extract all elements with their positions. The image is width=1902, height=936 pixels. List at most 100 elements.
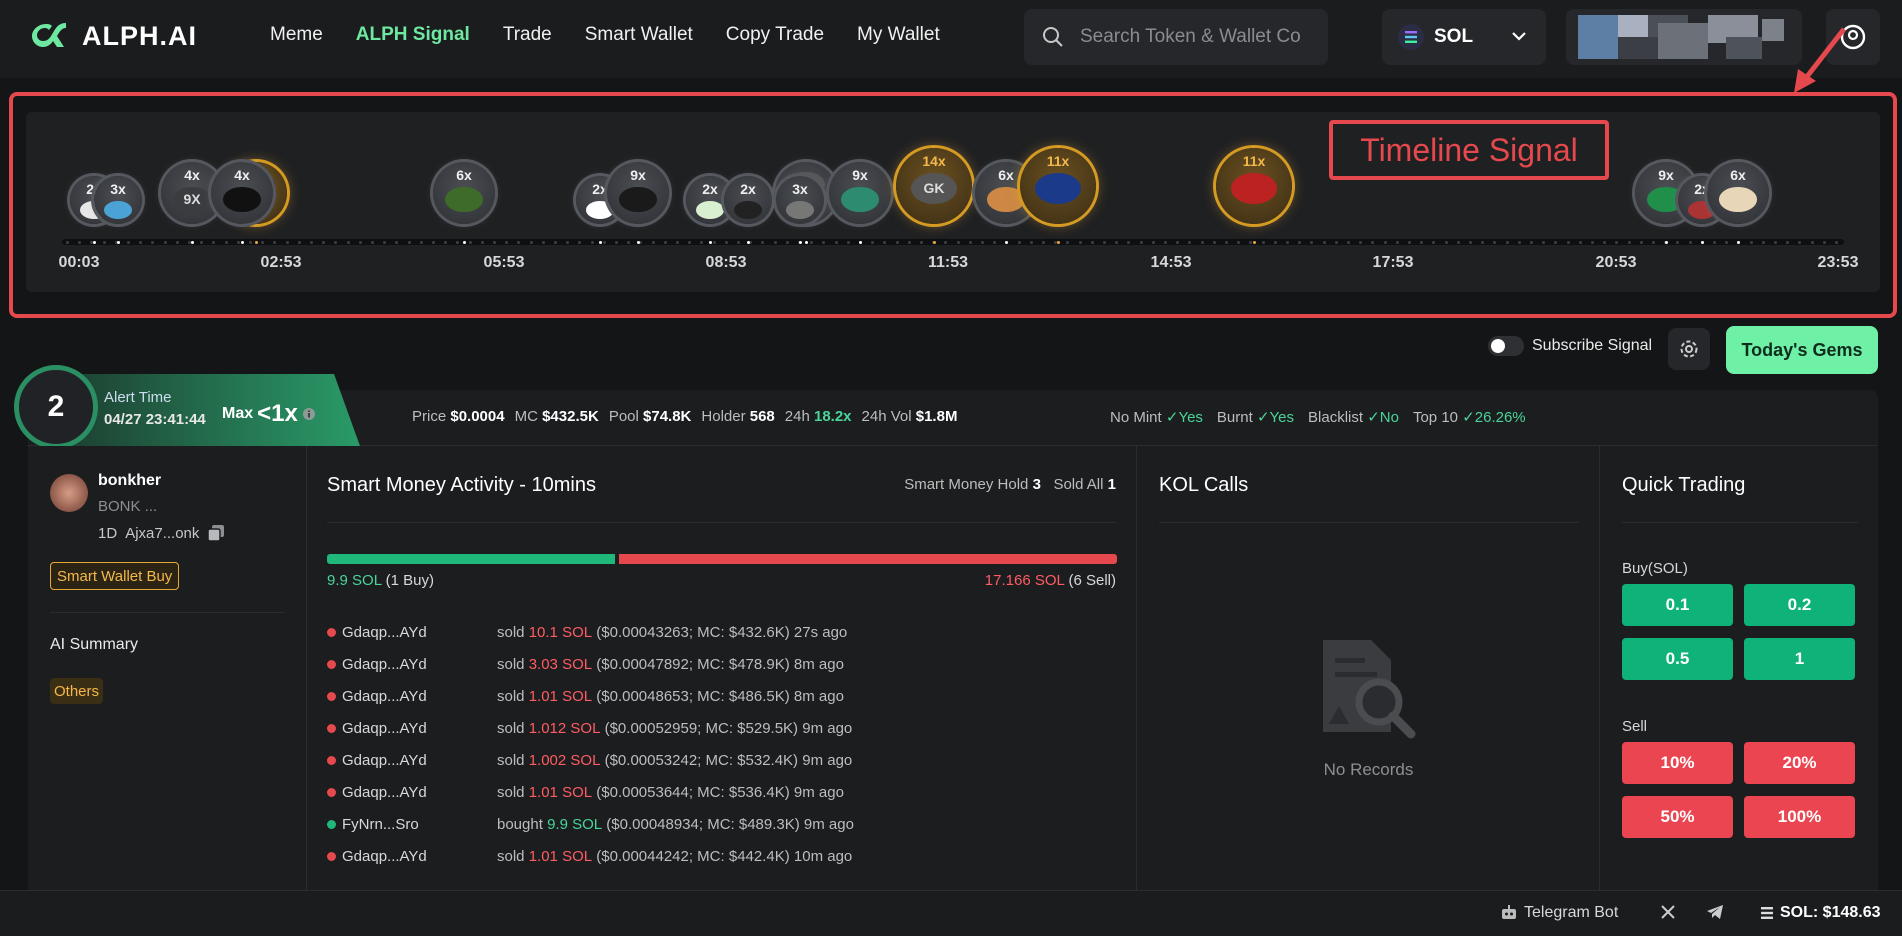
- telegram-icon: [1707, 905, 1723, 919]
- timeline-signal-marker: [463, 240, 466, 244]
- buy-amount-button[interactable]: 0.5: [1622, 638, 1733, 680]
- sell-label: Sell: [1622, 718, 1648, 735]
- burnt-label: Burnt: [1216, 409, 1253, 426]
- activity-action: sold: [497, 655, 525, 673]
- token-icon: [1231, 173, 1277, 204]
- wallet-address[interactable]: Gdaqp...AYd: [342, 752, 497, 769]
- timeline-tick: [297, 240, 301, 244]
- signal-bubble[interactable]: 3x: [776, 176, 824, 224]
- subscribe-toggle[interactable]: [1488, 336, 1524, 356]
- timeline-tick: [127, 240, 130, 244]
- signal-bubble[interactable]: 3x: [94, 176, 142, 224]
- telegram-bot-link[interactable]: Telegram Bot: [1500, 904, 1618, 922]
- wallet-address[interactable]: Gdaqp...AYd: [342, 688, 497, 705]
- settings-button[interactable]: [1668, 328, 1710, 370]
- wallet-address[interactable]: Gdaqp...AYd: [342, 848, 497, 865]
- activity-amount: 1.002 SOL: [528, 751, 601, 769]
- token-avatar[interactable]: [50, 474, 88, 512]
- signal-bubble[interactable]: 4x: [211, 162, 273, 224]
- ai-summary-label: AI Summary: [50, 636, 139, 653]
- nav-item-meme[interactable]: Meme: [270, 24, 323, 46]
- activity-row[interactable]: Gdaqp...AYd sold 3.03 SOL ($0.00047892; M…: [327, 648, 1117, 680]
- wallet-button[interactable]: [1566, 9, 1802, 65]
- wallet-address[interactable]: Gdaqp...AYd: [342, 656, 497, 673]
- timeline-tick: [956, 240, 960, 244]
- activity-row[interactable]: Gdaqp...AYd sold 1.012 SOL ($0.00052959; …: [327, 712, 1117, 744]
- todays-gems-button[interactable]: Today's Gems: [1726, 326, 1878, 374]
- timeline-tick: [529, 240, 533, 244]
- price-value: $0.0004: [450, 408, 505, 425]
- signal-rank: 2: [14, 365, 98, 449]
- subscribe-signal[interactable]: Subscribe Signal: [1488, 336, 1652, 356]
- search-box[interactable]: [1024, 9, 1328, 65]
- signal-bubble[interactable]: 9x: [829, 162, 891, 224]
- activity-row[interactable]: Gdaqp...AYd sold 1.01 SOL ($0.00044242; M…: [327, 840, 1117, 872]
- wallet-address[interactable]: Gdaqp...AYd: [342, 720, 497, 737]
- nav-item-alph-signal[interactable]: ALPH Signal: [356, 24, 470, 46]
- timeline-tick: [1444, 240, 1448, 244]
- sell-amount-button[interactable]: 20%: [1744, 742, 1855, 784]
- timeline-tick: [1200, 240, 1204, 244]
- token-icon: [733, 201, 763, 220]
- activity-row[interactable]: Gdaqp...AYd sold 1.002 SOL ($0.00053242; …: [327, 744, 1117, 776]
- timeline-signal-marker: [241, 240, 244, 244]
- timeline-tick: [1322, 240, 1326, 244]
- top10-label: Top 10: [1412, 409, 1459, 426]
- signal-bubble[interactable]: 11x: [1216, 148, 1292, 224]
- footer: Telegram Bot SOL: $148.63: [0, 890, 1902, 936]
- buy-amount-button[interactable]: 0.1: [1622, 584, 1733, 626]
- nav-item-my-wallet[interactable]: My Wallet: [857, 24, 940, 46]
- holder-value: 568: [749, 408, 775, 425]
- timeline-tick: [1237, 240, 1241, 244]
- nav-item-smart-wallet[interactable]: Smart Wallet: [585, 24, 693, 46]
- timeline-track[interactable]: [62, 239, 1844, 245]
- signal-bubble[interactable]: 2x: [724, 176, 772, 224]
- activity-amount: 10.1 SOL: [528, 623, 593, 641]
- side-dot: [327, 627, 336, 637]
- signal-bubble[interactable]: 6x: [1707, 162, 1769, 224]
- activity-row[interactable]: Gdaqp...AYd sold 1.01 SOL ($0.00053644; M…: [327, 776, 1117, 808]
- chain-selector[interactable]: SOL: [1382, 9, 1546, 65]
- search-input[interactable]: [1080, 26, 1300, 48]
- sell-amount-button[interactable]: 100%: [1744, 796, 1855, 838]
- timeline-tick: [737, 240, 740, 244]
- activity-row[interactable]: FyNrn...Sro bought 9.9 SOL ($0.00048934; …: [327, 808, 1117, 840]
- timeline-tick: [724, 240, 728, 244]
- signal-bubble[interactable]: 6x: [433, 162, 495, 224]
- nav-item-trade[interactable]: Trade: [503, 24, 552, 46]
- x-link[interactable]: [1660, 904, 1676, 920]
- activity-row[interactable]: Gdaqp...AYd sold 1.01 SOL ($0.00048653; M…: [327, 680, 1117, 712]
- signal-bubble[interactable]: 14x GK: [896, 148, 972, 224]
- chain-label: SOL: [1434, 26, 1474, 47]
- timeline-tick: [1810, 240, 1814, 244]
- alph-logo-icon: [32, 23, 66, 47]
- check-blacklist: Blacklist ✓No: [1308, 408, 1399, 426]
- buy-amount-button[interactable]: 1: [1744, 638, 1855, 680]
- sell-amount-button[interactable]: 10%: [1622, 742, 1733, 784]
- info-icon[interactable]: [302, 407, 316, 421]
- timeline-tick: [1627, 240, 1631, 244]
- annotation-arrow: [1794, 27, 1846, 93]
- signal-bubble[interactable]: 9x: [607, 162, 669, 224]
- wallet-address[interactable]: Gdaqp...AYd: [342, 784, 497, 801]
- side-dot: [327, 851, 336, 861]
- sol-price-value: SOL: $148.63: [1780, 904, 1881, 921]
- activity-amount: 1.01 SOL: [528, 847, 593, 865]
- divider: [327, 522, 1117, 523]
- timeline-tick: [163, 240, 167, 244]
- sell-summary: 17.166 SOL (6 Sell): [985, 572, 1116, 589]
- timeline-tick: [785, 240, 789, 244]
- wallet-address[interactable]: Gdaqp...AYd: [342, 624, 497, 641]
- token-name[interactable]: bonkher: [98, 472, 161, 490]
- wallet-address[interactable]: FyNrn...Sro: [342, 816, 497, 833]
- signal-bubble[interactable]: 11x: [1020, 148, 1096, 224]
- buy-amount-button[interactable]: 0.2: [1744, 584, 1855, 626]
- side-dot: [327, 787, 336, 797]
- nav-item-copy-trade[interactable]: Copy Trade: [726, 24, 824, 46]
- activity-row[interactable]: Gdaqp...AYd sold 10.1 SOL ($0.00043263; M…: [327, 616, 1117, 648]
- sell-amount-button[interactable]: 50%: [1622, 796, 1733, 838]
- logo[interactable]: ALPH.AI: [26, 18, 197, 54]
- token-address-row: 1D Ajxa7...onk: [98, 524, 225, 542]
- copy-icon[interactable]: [207, 524, 225, 542]
- telegram-link[interactable]: [1706, 904, 1724, 920]
